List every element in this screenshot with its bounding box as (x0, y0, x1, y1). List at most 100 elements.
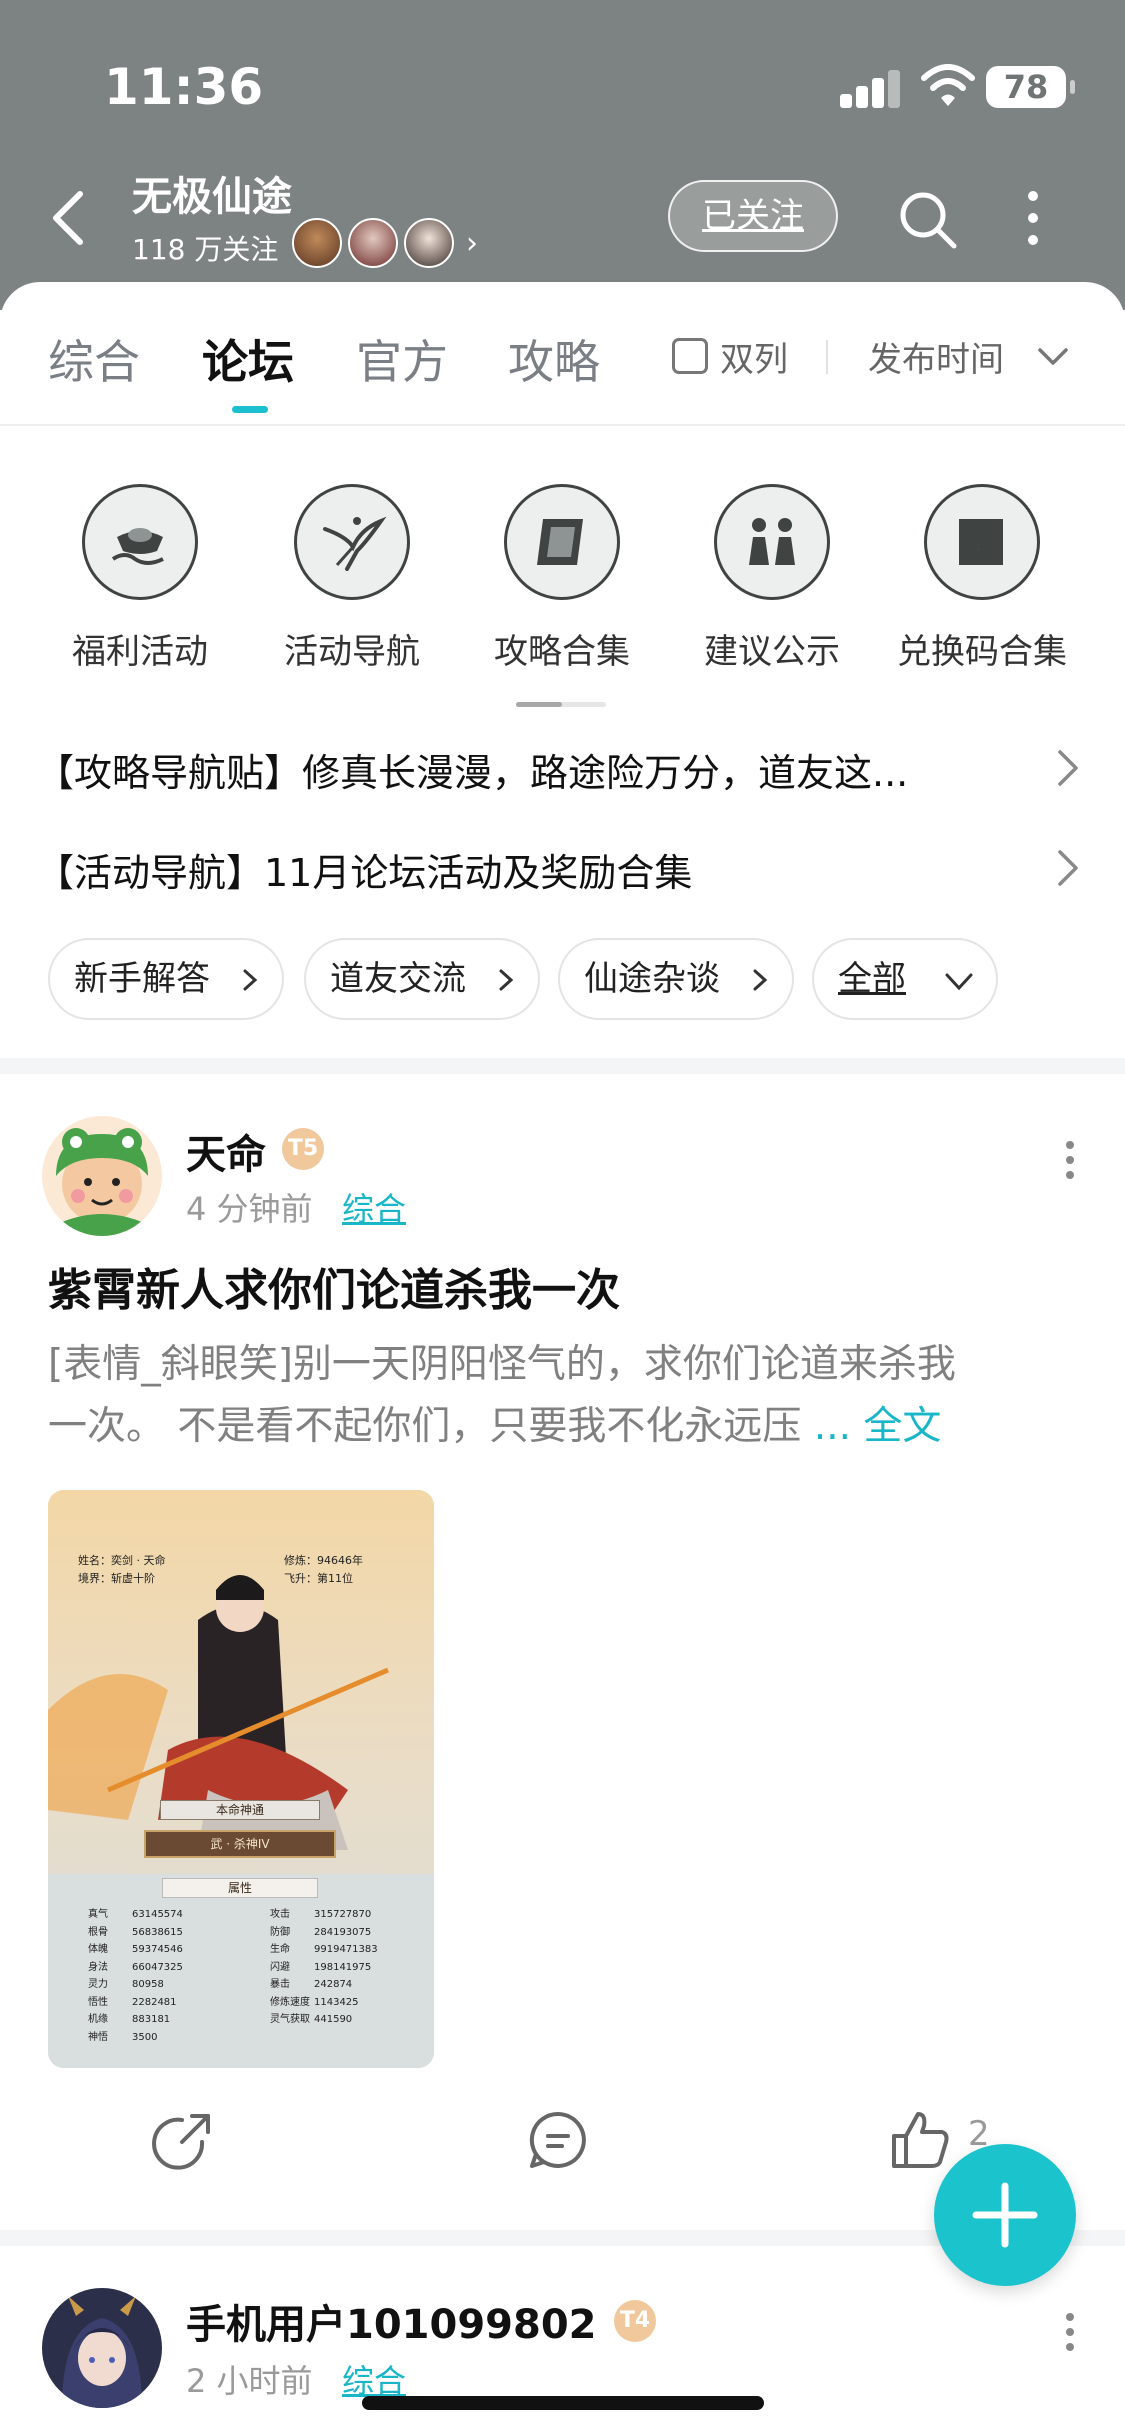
attribute-value: 441590 (314, 2014, 353, 2025)
chip-label: 新手解答 (74, 959, 210, 999)
attribute-row: 悟性 2282481 (88, 1994, 183, 2012)
more-vertical-icon[interactable] (1022, 188, 1044, 248)
post-image[interactable]: 姓名：奕剑 · 天命 境界：斩虚十阶 修炼：94646年 飞升：第11位 本命神… (48, 1490, 434, 2068)
shortcut-welfare-events[interactable]: 福利活动 (40, 484, 240, 674)
chip-label: 道友交流 (330, 959, 466, 999)
character-progress: 修炼：94646年 飞升：第11位 (284, 1552, 363, 1588)
attribute-row: 灵力 80958 (88, 1976, 183, 1994)
more-vertical-icon[interactable] (1064, 2312, 1076, 2352)
post-category[interactable]: 综合 (342, 1184, 406, 1230)
post-username[interactable]: 手机用户101099802 (186, 2292, 597, 2350)
avatar[interactable] (42, 2288, 162, 2408)
active-tab-indicator (232, 406, 268, 413)
dual-column-checkbox[interactable] (672, 338, 708, 374)
plus-icon (972, 2182, 1038, 2248)
info-label: 飞升： (284, 1572, 317, 1585)
attribute-value: 242874 (314, 1979, 353, 1990)
attribute-row: 修炼速度 1143425 (270, 1994, 378, 2012)
attribute-row: 攻击 315727870 (270, 1906, 378, 1924)
back-arrow-icon[interactable] (48, 188, 88, 248)
level-badge: T4 (614, 2300, 656, 2342)
ingot-cloud-icon (82, 484, 198, 600)
attribute-row: 暴击 242874 (270, 1976, 378, 1994)
attribute-key: 闪避 (270, 1961, 290, 1973)
share-icon[interactable] (152, 2108, 216, 2172)
post-excerpt[interactable]: [表情_斜眼笑]别一天阴阳怪气的，求你们论道来杀我 一次。 不是看不起你们，只要… (48, 1334, 1078, 1458)
divine-skill-value: 武 · 杀神IV (144, 1830, 336, 1858)
attributes-right: 攻击 315727870 防御 284193075 生命 9919471383 闪避 1981… (270, 1906, 378, 2029)
tab-guides[interactable]: 攻略 (508, 326, 600, 392)
attribute-key: 神悟 (88, 2031, 108, 2043)
chip-all[interactable]: 全部 (812, 938, 998, 1020)
post-username[interactable]: 天命 (186, 1122, 266, 1180)
read-full-link[interactable]: ... 全文 (814, 1404, 942, 1449)
chevron-down-icon (945, 973, 973, 991)
attribute-row: 防御 284193075 (270, 1924, 378, 1942)
attribute-key: 暴击 (270, 1979, 290, 1990)
info-value: 奕剑 · 天命 (111, 1554, 166, 1567)
pinned-title: 【攻略导航贴】修真长漫漫，路途险万分，道友这... (36, 751, 909, 795)
level-badge: T5 (282, 1128, 324, 1170)
info-value: 第11位 (317, 1572, 353, 1585)
shortcut-label: 活动导航 (284, 632, 420, 672)
tab-general[interactable]: 综合 (48, 326, 140, 392)
chip-casual-talk[interactable]: 仙途杂谈 (558, 938, 794, 1020)
chevron-right-icon[interactable]: › (466, 226, 478, 261)
tab-official[interactable]: 官方 (356, 326, 448, 392)
divine-skill-title: 本命神通 (160, 1800, 320, 1820)
avatar[interactable] (42, 1116, 162, 1236)
pinned-guide-navigation[interactable]: 【攻略导航贴】修真长漫漫，路途险万分，道友这... (36, 738, 1086, 798)
more-vertical-icon[interactable] (1064, 1140, 1076, 1180)
wifi-icon (921, 64, 975, 106)
shortcut-suggestions[interactable]: 建议公示 (672, 484, 872, 674)
follower-count[interactable]: 118 万关注 (132, 228, 278, 268)
attribute-row: 灵气获取 441590 (270, 2011, 378, 2029)
chevron-right-icon (499, 969, 514, 991)
attribute-row: 根骨 56838615 (88, 1924, 183, 1942)
info-value: 94646年 (317, 1554, 363, 1567)
info-label: 姓名： (78, 1554, 111, 1567)
like-icon[interactable] (888, 2108, 952, 2172)
attribute-value: 315727870 (314, 1909, 372, 1920)
shortcut-redeem-codes[interactable]: 兑换码合集 (882, 484, 1082, 674)
attribute-value: 9919471383 (314, 1944, 378, 1955)
tab-forum[interactable]: 论坛 (202, 326, 294, 392)
comment-icon[interactable] (526, 2108, 590, 2172)
attributes-left: 真气 63145574 根骨 56838615 体魄 59374546 身法 66047325… (88, 1906, 183, 2046)
chevron-right-icon (1058, 750, 1078, 786)
pinned-title: 【活动导航】11月论坛活动及奖励合集 (36, 851, 693, 895)
attribute-value: 66047325 (132, 1961, 183, 1973)
attribute-value: 198141975 (314, 1961, 372, 1973)
followed-button[interactable]: 已关注 (668, 180, 838, 252)
post-time: 4 分钟前 (186, 1190, 313, 1228)
carousel-page-indicator (516, 702, 606, 707)
shortcut-label: 兑换码合集 (897, 632, 1067, 672)
shortcut-event-navigation[interactable]: 活动导航 (252, 484, 452, 674)
chess-pieces-icon (714, 484, 830, 600)
search-icon[interactable] (896, 188, 960, 252)
tab-bar: 综合 论坛 官方 攻略 双列 发布时间 (0, 282, 1125, 422)
post-time: 2 小时前 (186, 2362, 313, 2400)
attribute-key: 修炼速度 (270, 1996, 310, 2008)
chevron-down-icon[interactable] (1036, 344, 1070, 370)
section-divider (0, 1058, 1125, 1074)
attribute-row: 生命 9919471383 (270, 1941, 378, 1959)
shortcut-label: 福利活动 (72, 632, 208, 672)
attribute-row: 神悟 3500 (88, 2029, 183, 2047)
follower-avatar (404, 218, 454, 268)
attribute-row: 身法 66047325 (88, 1959, 183, 1977)
pinned-event-navigation[interactable]: 【活动导航】11月论坛活动及奖励合集 (36, 838, 1086, 898)
attribute-key: 灵力 (88, 1979, 108, 1990)
create-post-button[interactable] (934, 2144, 1076, 2286)
chip-fellow-exchange[interactable]: 道友交流 (304, 938, 540, 1020)
attribute-key: 根骨 (88, 1926, 108, 1938)
follower-avatar (348, 218, 398, 268)
dual-column-label[interactable]: 双列 (720, 332, 788, 381)
chip-newbie-qa[interactable]: 新手解答 (48, 938, 284, 1020)
attribute-row: 机缘 883181 (88, 2011, 183, 2029)
chip-label: 仙途杂谈 (584, 959, 720, 999)
shortcut-guide-collection[interactable]: 攻略合集 (462, 484, 662, 674)
sort-dropdown[interactable]: 发布时间 (868, 332, 1004, 381)
cellular-signal-icon (840, 70, 900, 108)
post-title[interactable]: 紫霄新人求你们论道杀我一次 (48, 1254, 620, 1318)
